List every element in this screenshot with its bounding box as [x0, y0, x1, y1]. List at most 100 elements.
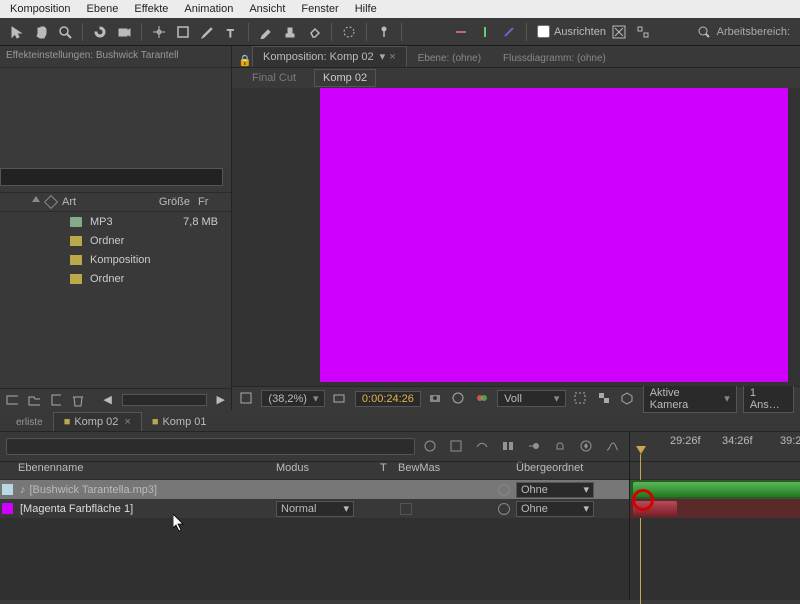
snap-icon[interactable] [608, 21, 630, 43]
trackmatte-box[interactable] [400, 503, 412, 515]
tab-komp01[interactable]: ■Komp 01 [142, 413, 217, 431]
layer-row[interactable]: ♪[Bushwick Tarantella.mp3] Ohne▾ [0, 480, 629, 499]
tab-komp02[interactable]: ■Komp 02× [53, 412, 142, 431]
parent-pickwhip-icon[interactable] [498, 503, 510, 515]
axis-z-icon[interactable] [498, 21, 520, 43]
res-icon[interactable] [332, 391, 347, 407]
col-bewmas[interactable]: BewMas [398, 462, 494, 479]
axis-x-icon[interactable] [450, 21, 472, 43]
project-row[interactable]: Ordner [0, 231, 231, 250]
eraser-tool-icon[interactable] [303, 21, 325, 43]
playhead-icon[interactable] [636, 446, 646, 454]
scroll-right-icon[interactable]: ▶ [217, 393, 225, 406]
close-icon[interactable]: × [124, 416, 130, 428]
effects-panel-tab[interactable]: Effekteinstellungen: Bushwick Tarantell [0, 46, 231, 68]
col-fr[interactable]: Fr [198, 196, 231, 208]
crumb-finalcut[interactable]: Final Cut [252, 72, 296, 84]
close-icon[interactable]: × [389, 51, 395, 63]
hand-tool-icon[interactable] [30, 21, 52, 43]
crumb-komp02[interactable]: Komp 02 [314, 69, 376, 87]
anchor-tool-icon[interactable] [148, 21, 170, 43]
motion-blur-icon[interactable] [527, 439, 543, 455]
auto-keyframe-icon[interactable] [579, 439, 595, 455]
workspace-label[interactable]: Arbeitsbereich: [717, 26, 794, 38]
axis-y-icon[interactable] [474, 21, 496, 43]
roi-icon[interactable] [573, 391, 588, 407]
col-groesse[interactable]: Größe [140, 196, 198, 208]
scroll-left-icon[interactable]: ◀ [103, 393, 111, 406]
time-ruler[interactable]: 29:26f 34:26f 39:2 [630, 432, 800, 462]
parent-pickwhip-icon[interactable] [498, 484, 510, 496]
align-checkbox[interactable]: Ausrichten [537, 25, 606, 38]
new-folder-icon[interactable] [28, 393, 40, 407]
col-modus[interactable]: Modus [276, 462, 380, 479]
zoom-tool-icon[interactable] [54, 21, 76, 43]
label-icon[interactable] [44, 195, 58, 209]
selection-tool-icon[interactable] [6, 21, 28, 43]
composition-viewport[interactable] [320, 88, 788, 382]
chevron-down-icon[interactable]: ▾ [380, 51, 386, 63]
transparency-grid-icon[interactable] [597, 391, 612, 407]
timecode-field[interactable]: 0:00:24:26 [355, 391, 421, 407]
layer-row[interactable]: [Magenta Farbfläche 1] Normal▾ Ohne▾ [0, 499, 629, 518]
comp-mini-flow-icon[interactable] [423, 439, 439, 455]
snap-edge-icon[interactable] [632, 21, 654, 43]
trash-icon[interactable] [71, 393, 83, 407]
show-snapshot-icon[interactable] [451, 391, 466, 407]
text-tool-icon[interactable]: T [220, 21, 242, 43]
new-comp-icon[interactable] [50, 393, 62, 407]
timeline-search-input[interactable] [6, 438, 415, 455]
tab-renderliste[interactable]: erliste [6, 414, 53, 431]
menu-ebene[interactable]: Ebene [79, 1, 127, 17]
3d-view-icon[interactable] [620, 391, 635, 407]
puppet-tool-icon[interactable] [373, 21, 395, 43]
blend-mode-dropdown[interactable]: Normal▾ [276, 501, 354, 517]
lock-icon[interactable]: 🔒 [238, 54, 252, 67]
always-preview-icon[interactable] [239, 391, 254, 407]
camera-tool-icon[interactable] [113, 21, 135, 43]
menu-ansicht[interactable]: Ansicht [241, 1, 293, 17]
label-swatch[interactable] [2, 484, 13, 495]
brainstorm-icon[interactable] [553, 439, 569, 455]
parent-dropdown[interactable]: Ohne▾ [516, 501, 594, 517]
search-icon[interactable] [693, 21, 715, 43]
col-ebenenname[interactable]: Ebenenname [14, 462, 276, 479]
camera-dropdown[interactable]: Aktive Kamera▾ [643, 385, 737, 413]
channel-icon[interactable] [475, 391, 490, 407]
tab-ebene[interactable]: Ebene: (ohne) [407, 49, 492, 67]
shy-icon[interactable] [475, 439, 491, 455]
snapshot-icon[interactable] [428, 391, 443, 407]
draft3d-icon[interactable] [449, 439, 465, 455]
shape-tool-icon[interactable] [172, 21, 194, 43]
audio-track-bar[interactable] [630, 480, 800, 499]
views-dropdown[interactable]: 1 Ans… [743, 385, 794, 413]
menu-komposition[interactable]: Komposition [2, 1, 79, 17]
project-row[interactable]: Komposition [0, 250, 231, 269]
project-row[interactable]: menOrdner [0, 269, 231, 288]
parent-dropdown[interactable]: Ohne▾ [516, 482, 594, 498]
col-t[interactable]: T [380, 462, 398, 479]
menu-fenster[interactable]: Fenster [293, 1, 346, 17]
tab-composition[interactable]: Komposition: Komp 02▾× [252, 46, 407, 67]
pen-tool-icon[interactable] [196, 21, 218, 43]
project-scrollbar[interactable] [122, 394, 207, 406]
sort-arrow-icon[interactable] [32, 196, 40, 202]
col-art[interactable]: Art [62, 196, 140, 208]
brush-tool-icon[interactable] [255, 21, 277, 43]
zoom-dropdown[interactable]: (38,2%)▾ [261, 390, 325, 407]
menu-effekte[interactable]: Effekte [126, 1, 176, 17]
frame-blend-icon[interactable] [501, 439, 517, 455]
roto-tool-icon[interactable] [338, 21, 360, 43]
resolution-dropdown[interactable]: Voll▾ [497, 390, 566, 407]
stamp-tool-icon[interactable] [279, 21, 301, 43]
tab-flussdiagramm[interactable]: Flussdiagramm: (ohne) [492, 49, 617, 67]
timeline-tracks[interactable]: 29:26f 34:26f 39:2 [630, 432, 800, 600]
graph-editor-icon[interactable] [605, 439, 621, 455]
project-search-input[interactable] [0, 168, 223, 186]
rotate-tool-icon[interactable] [89, 21, 111, 43]
col-uebergeordnet[interactable]: Übergeordnet [516, 462, 616, 479]
project-row[interactable]: lla.mp3MP37,8 MB [0, 212, 231, 231]
solid-track-bar[interactable] [630, 499, 800, 518]
menu-hilfe[interactable]: Hilfe [347, 1, 385, 17]
menu-animation[interactable]: Animation [176, 1, 241, 17]
